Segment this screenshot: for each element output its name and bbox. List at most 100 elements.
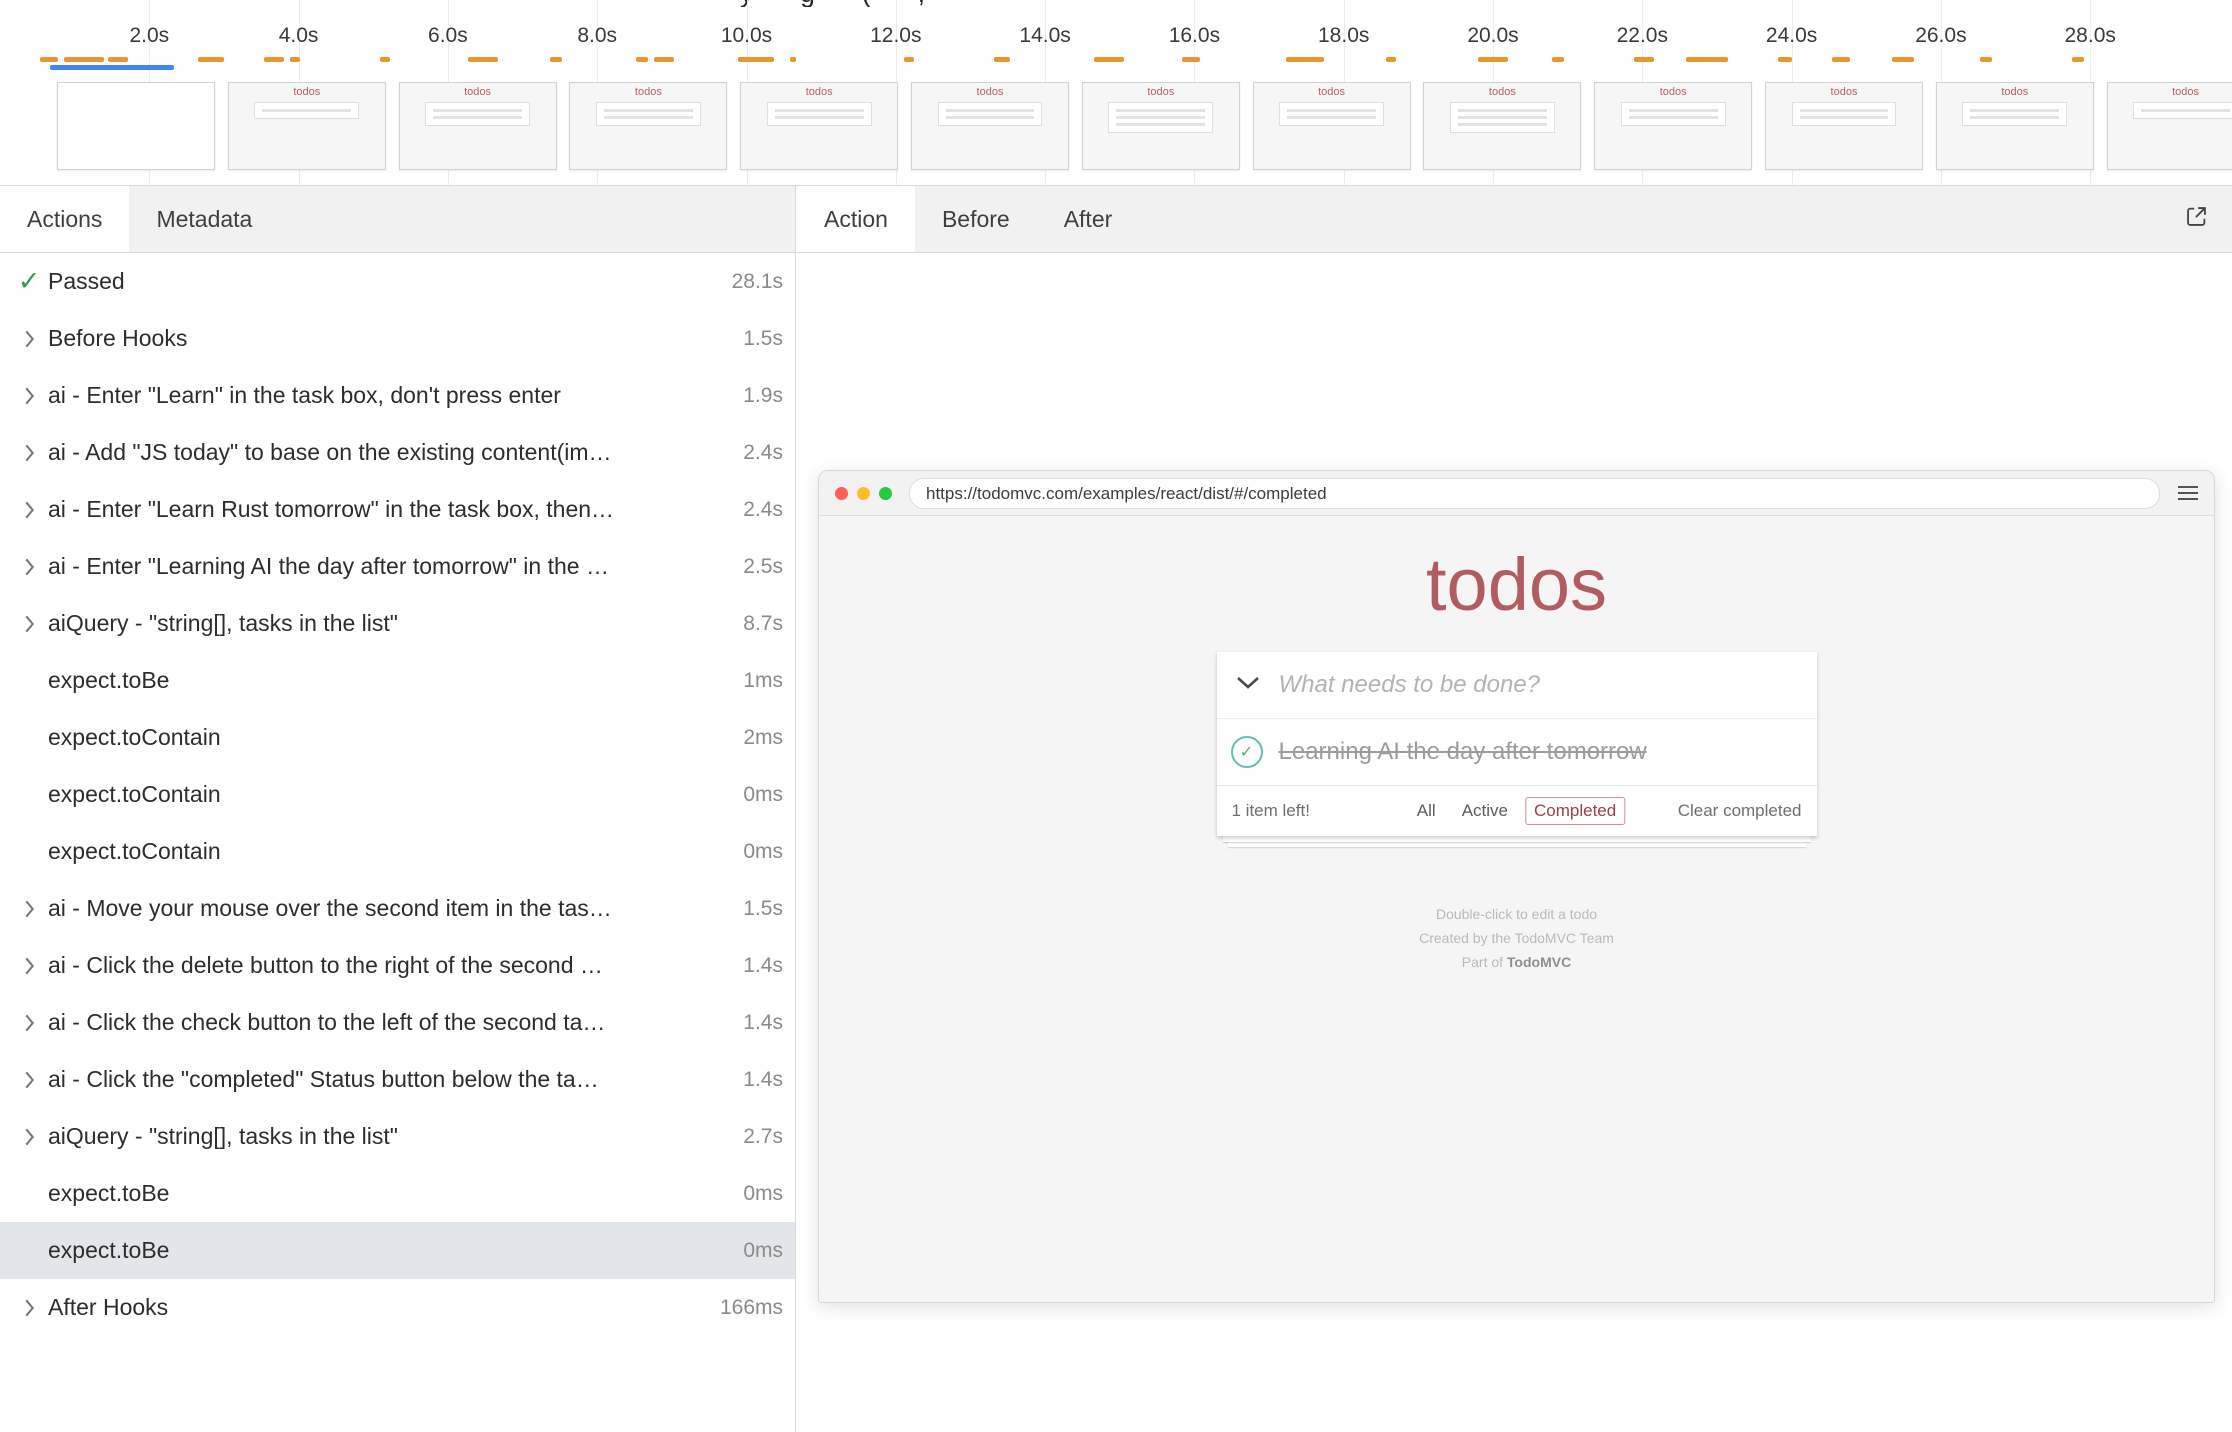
timeline-time-label: 10.0s (721, 24, 772, 48)
thumbnail-card (938, 102, 1043, 126)
action-row[interactable]: aiQuery - "string[], tasks in the list"8… (0, 595, 795, 652)
timeline-activity-marker (1286, 57, 1324, 62)
url-bar[interactable]: https://todomvc.com/examples/react/dist/… (909, 478, 2160, 509)
expand-chevron-icon[interactable] (10, 957, 48, 975)
action-row[interactable]: ai - Click the "completed" Status button… (0, 1051, 795, 1108)
expand-chevron-icon[interactable] (10, 387, 48, 405)
thumbnail-app-title: todos (1595, 87, 1751, 98)
timeline-thumbnail[interactable]: todos (1936, 82, 2094, 170)
action-row[interactable]: ✓Passed28.1s (0, 253, 795, 310)
action-label: ai - Move your mouse over the second ite… (48, 895, 731, 922)
action-row[interactable]: ai - Click the check button to the left … (0, 994, 795, 1051)
thumbnail-card (1279, 102, 1384, 126)
timeline-thumbnail[interactable]: todos (1765, 82, 1923, 170)
thumbnail-card (2133, 102, 2232, 119)
close-dot-icon (835, 487, 848, 500)
action-label: Before Hooks (48, 325, 731, 352)
tab-before[interactable]: Before (915, 186, 1037, 252)
action-row[interactable]: ai - Enter "Learning AI the day after to… (0, 538, 795, 595)
timeline-thumbnail[interactable]: todos (1423, 82, 1581, 170)
action-label: ai - Add "JS today" to base on the exist… (48, 439, 731, 466)
expand-chevron-icon[interactable] (10, 1014, 48, 1032)
action-row[interactable]: aiQuery - "string[], tasks in the list"2… (0, 1108, 795, 1165)
todo-toggle-check-icon[interactable]: ✓ (1231, 736, 1263, 768)
todomvc-brand[interactable]: TodoMVC (1507, 954, 1571, 970)
thumbnail-line (1287, 109, 1376, 112)
expand-chevron-icon[interactable] (10, 444, 48, 462)
action-label: ai - Enter "Learning AI the day after to… (48, 553, 731, 580)
timeline-thumbnail[interactable]: todos (399, 82, 557, 170)
timeline-time-label: 8.0s (577, 24, 617, 48)
browser-titlebar: https://todomvc.com/examples/react/dist/… (819, 471, 2214, 516)
clear-completed-button[interactable]: Clear completed (1678, 801, 1802, 821)
action-row[interactable]: ai - Add "JS today" to base on the exist… (0, 424, 795, 481)
thumbnail-card (1962, 102, 2067, 126)
action-row[interactable]: expect.toContain 2ms (0, 709, 795, 766)
expand-chevron-icon[interactable] (10, 330, 48, 348)
expand-chevron-icon[interactable] (10, 558, 48, 576)
thumbnail-app-title: todos (400, 87, 556, 98)
timeline-time-label: 16.0s (1169, 24, 1220, 48)
expand-chevron-icon[interactable] (10, 900, 48, 918)
timeline-thumbnail[interactable]: todos (1253, 82, 1411, 170)
thumbnail-card (254, 102, 359, 119)
expand-chevron-icon[interactable] (10, 1071, 48, 1089)
timeline-thumbnail[interactable]: todos (569, 82, 727, 170)
timeline-thumbnail[interactable]: todos (740, 82, 898, 170)
timeline-activity-marker (738, 57, 774, 62)
action-row[interactable]: After Hooks166ms (0, 1279, 795, 1336)
action-row[interactable]: expect.toBe 0ms (0, 1165, 795, 1222)
timeline-time-label: 12.0s (870, 24, 921, 48)
action-row[interactable]: expect.toBe1ms (0, 652, 795, 709)
action-row[interactable]: Before Hooks1.5s (0, 310, 795, 367)
timeline-thumbnail[interactable]: todos (228, 82, 386, 170)
expand-chevron-icon[interactable] (10, 501, 48, 519)
action-row[interactable]: expect.toBe0ms (0, 1222, 795, 1279)
action-label: ai - Click the "completed" Status button… (48, 1066, 731, 1093)
tab-after[interactable]: After (1037, 186, 1140, 252)
action-duration: 0ms (743, 1182, 783, 1206)
action-duration: 2ms (743, 726, 783, 750)
thumbnail-line (1116, 123, 1205, 126)
new-todo-row: What needs to be done? (1217, 652, 1817, 718)
timeline-thumbnail[interactable]: todos (911, 82, 1069, 170)
toggle-all-chevron-icon[interactable] (1217, 676, 1279, 695)
timeline-thumbnail[interactable]: todos (1594, 82, 1752, 170)
timeline-thumbnail[interactable] (57, 82, 215, 170)
timeline-thumbnail[interactable]: todos (2107, 82, 2232, 170)
thumbnail-app-title: todos (2108, 87, 2232, 98)
action-label: expect.toBe (48, 1180, 731, 1207)
expand-chevron-icon[interactable] (10, 1299, 48, 1317)
menu-icon[interactable] (2178, 482, 2198, 504)
action-row[interactable]: ai - Click the delete button to the righ… (0, 937, 795, 994)
tab-metadata[interactable]: Metadata (129, 186, 279, 252)
timeline-activity-marker (1832, 57, 1850, 62)
tab-action[interactable]: Action (797, 186, 915, 252)
filter-all[interactable]: All (1408, 797, 1445, 825)
filter-completed[interactable]: Completed (1525, 797, 1625, 825)
expand-chevron-icon[interactable] (10, 1128, 48, 1146)
action-row[interactable]: expect.toContain0ms (0, 823, 795, 880)
action-row[interactable]: expect.toContain0ms (0, 766, 795, 823)
action-row[interactable]: ai - Move your mouse over the second ite… (0, 880, 795, 937)
action-label: After Hooks (48, 1294, 708, 1321)
actions-tabbar: ActionsMetadata (0, 186, 795, 253)
thumbnail-app-title: todos (1937, 87, 2093, 98)
action-label: expect.toContain (48, 724, 731, 751)
expand-chevron-icon[interactable] (10, 615, 48, 633)
open-in-new-window-icon[interactable] (2183, 203, 2210, 235)
tab-actions[interactable]: Actions (0, 186, 129, 252)
action-duration: 8.7s (743, 612, 783, 636)
timeline-activity-marker (108, 57, 128, 62)
timeline-activity-marker (380, 57, 390, 62)
new-todo-input[interactable]: What needs to be done? (1279, 671, 1541, 699)
action-row[interactable]: ai - Enter "Learn Rust tomorrow" in the … (0, 481, 795, 538)
timeline[interactable]: y g ( , 2.0s4.0s6.0s8.0s10.0s12.0s14.0s1… (0, 0, 2232, 186)
action-row[interactable]: ai - Enter "Learn" in the task box, don'… (0, 367, 795, 424)
filter-active[interactable]: Active (1453, 797, 1517, 825)
info-line: Double-click to edit a todo (819, 902, 2214, 926)
thumbnail-line (775, 109, 864, 112)
thumbnail-line (775, 116, 864, 119)
timeline-thumbnail[interactable]: todos (1082, 82, 1240, 170)
app-info-footer: Double-click to edit a todo Created by t… (819, 902, 2214, 974)
